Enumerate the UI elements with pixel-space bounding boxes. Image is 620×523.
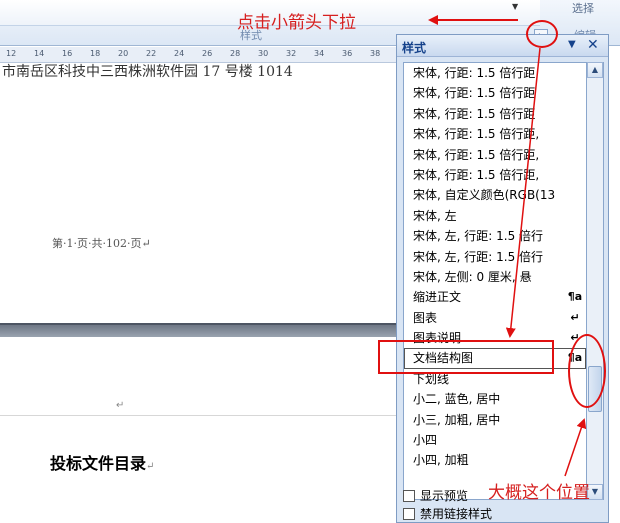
arrow-to-highlight bbox=[505, 47, 541, 338]
annotation-arrows bbox=[428, 15, 587, 477]
arrow-to-scrollbar bbox=[564, 418, 587, 477]
